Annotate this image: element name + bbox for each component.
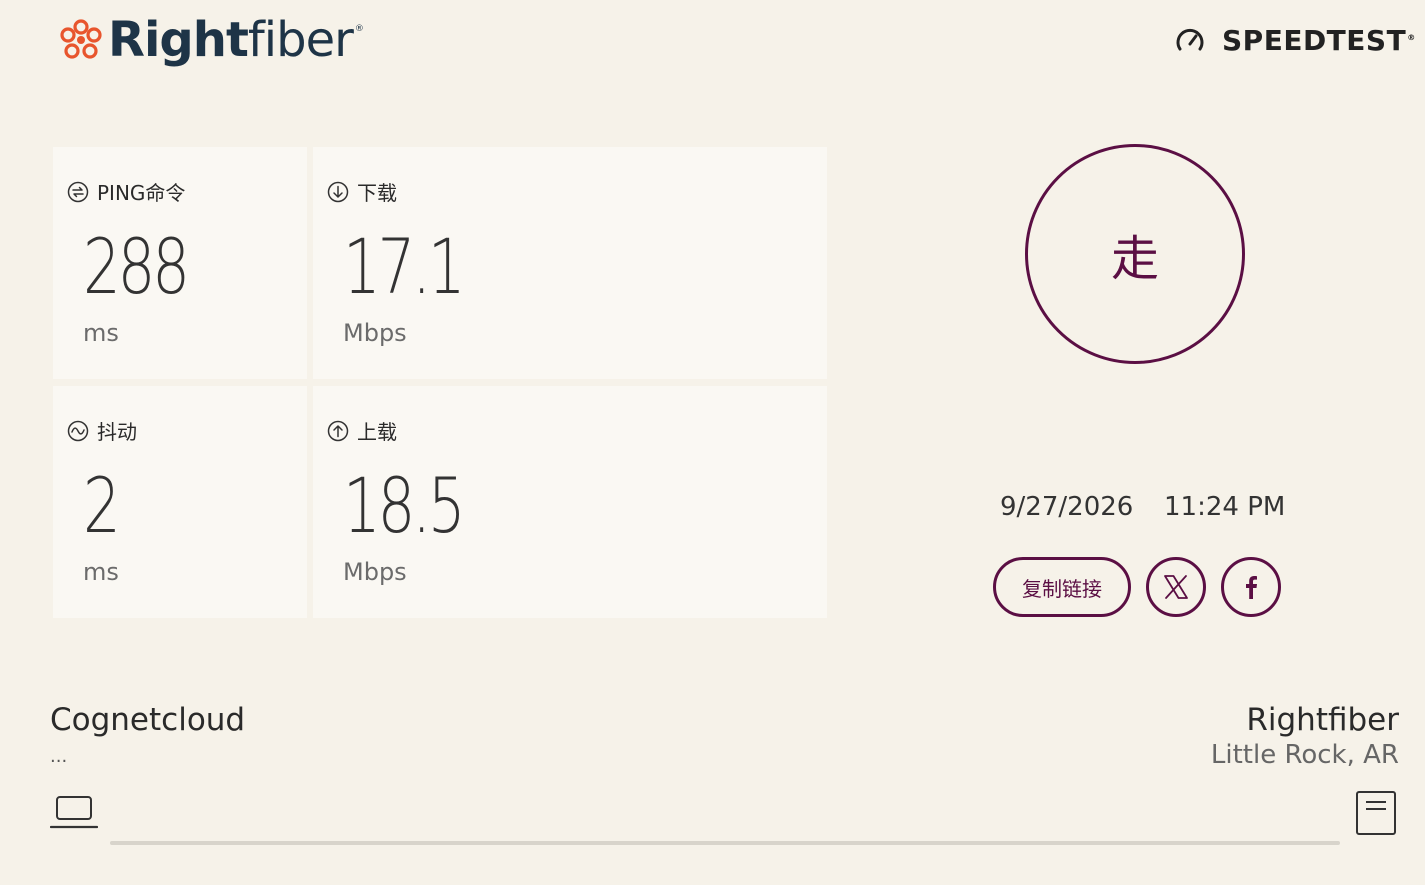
speedometer-icon xyxy=(1176,28,1204,50)
ping-value: 288 xyxy=(83,222,190,311)
upload-header: 上载 xyxy=(327,416,397,445)
jitter-card: 抖动 2 ms xyxy=(53,386,307,618)
isp-detail: ... xyxy=(50,746,68,767)
upload-icon xyxy=(327,420,349,441)
upload-label: 上载 xyxy=(357,420,397,444)
download-value: 17.1 xyxy=(343,222,466,311)
ping-label: PING命令 xyxy=(97,181,186,205)
result-time: 11:24 PM xyxy=(1164,492,1286,522)
isp-name: Cognetcloud xyxy=(50,702,246,738)
jitter-icon xyxy=(67,420,89,441)
jitter-header: 抖动 xyxy=(67,416,137,445)
laptop-icon xyxy=(50,796,98,829)
copy-link-button[interactable]: 复制链接 xyxy=(993,557,1131,617)
facebook-icon xyxy=(1246,576,1257,599)
ping-icon xyxy=(67,181,89,202)
server-icon xyxy=(1356,791,1396,835)
download-card: 下载 17.1 Mbps xyxy=(313,147,827,379)
jitter-value: 2 xyxy=(83,461,121,550)
logo-wordmark: Rightfiber xyxy=(108,12,354,68)
download-unit: Mbps xyxy=(343,319,407,347)
share-x-button[interactable] xyxy=(1146,557,1206,617)
upload-card: 上载 18.5 Mbps xyxy=(313,386,827,618)
jitter-unit: ms xyxy=(83,558,119,586)
rightfiber-logo[interactable]: Rightfiber ® xyxy=(56,10,364,70)
go-button[interactable]: 走 xyxy=(1025,144,1245,364)
server-name: Rightfiber xyxy=(1246,702,1399,738)
download-icon xyxy=(327,181,349,202)
result-date: 9/27/2026 xyxy=(1000,492,1134,522)
connection-line xyxy=(110,841,1340,845)
speedtest-logo[interactable]: SPEEDTEST® xyxy=(1174,24,1416,57)
jitter-label: 抖动 xyxy=(97,420,137,444)
upload-unit: Mbps xyxy=(343,558,407,586)
download-label: 下载 xyxy=(357,181,397,205)
ping-card: PING命令 288 ms xyxy=(53,147,307,379)
speedtest-label: SPEEDTEST® xyxy=(1222,24,1416,57)
share-facebook-button[interactable] xyxy=(1221,557,1281,617)
download-header: 下载 xyxy=(327,177,397,206)
ping-header: PING命令 xyxy=(67,177,185,206)
ping-unit: ms xyxy=(83,319,119,347)
rightfiber-logo-icon xyxy=(60,19,102,59)
upload-value: 18.5 xyxy=(343,461,466,550)
x-icon xyxy=(1164,575,1188,599)
registered-mark: ® xyxy=(354,24,364,34)
server-location: Little Rock, AR xyxy=(1210,740,1399,770)
